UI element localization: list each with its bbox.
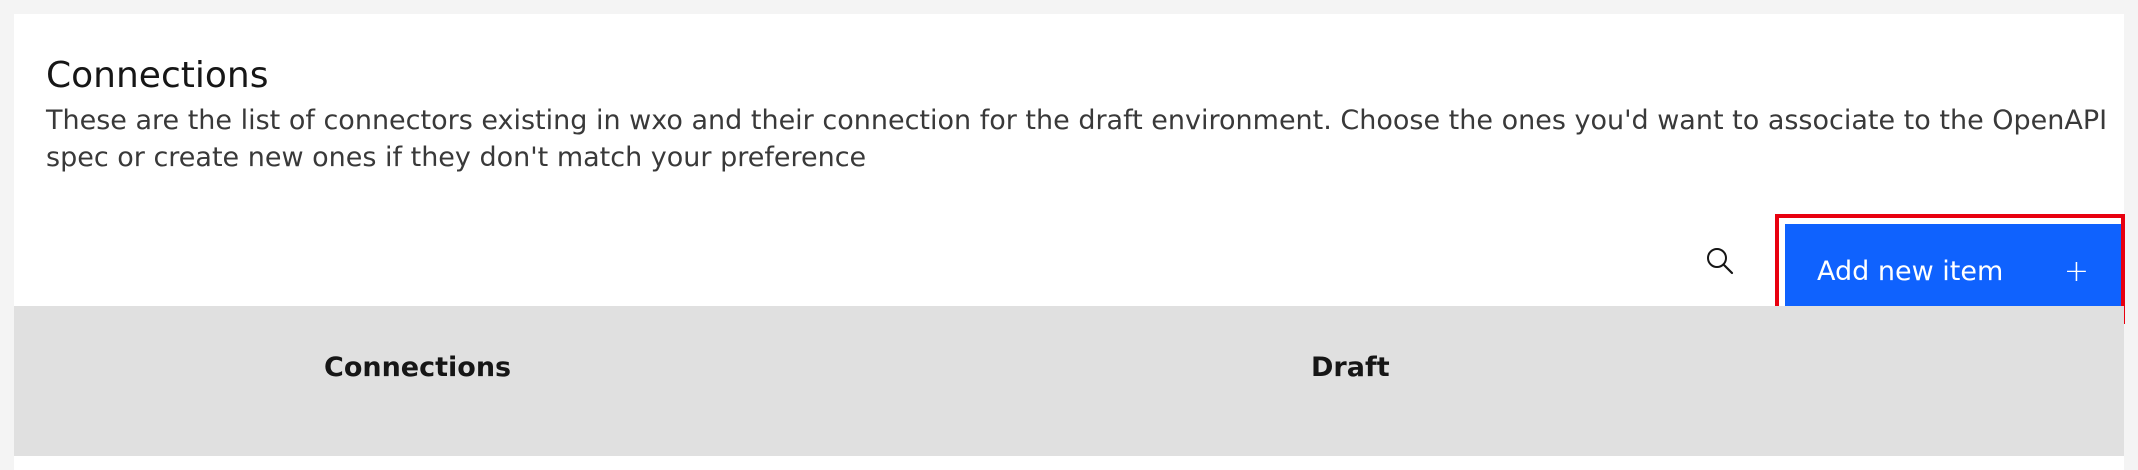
add-new-item-button[interactable]: Add new item + [1785, 224, 2121, 319]
search-button[interactable] [1695, 236, 1745, 286]
plus-icon: + [2063, 254, 2089, 289]
column-header-draft[interactable]: Draft [1311, 352, 1390, 383]
column-header-connections[interactable]: Connections [324, 352, 511, 383]
section-description: These are the list of connectors existin… [46, 105, 2108, 173]
add-button-label: Add new item [1817, 256, 2004, 287]
search-icon [1707, 248, 1734, 275]
table-header: Connections Draft [14, 306, 2124, 456]
section-title: Connections [46, 55, 269, 96]
